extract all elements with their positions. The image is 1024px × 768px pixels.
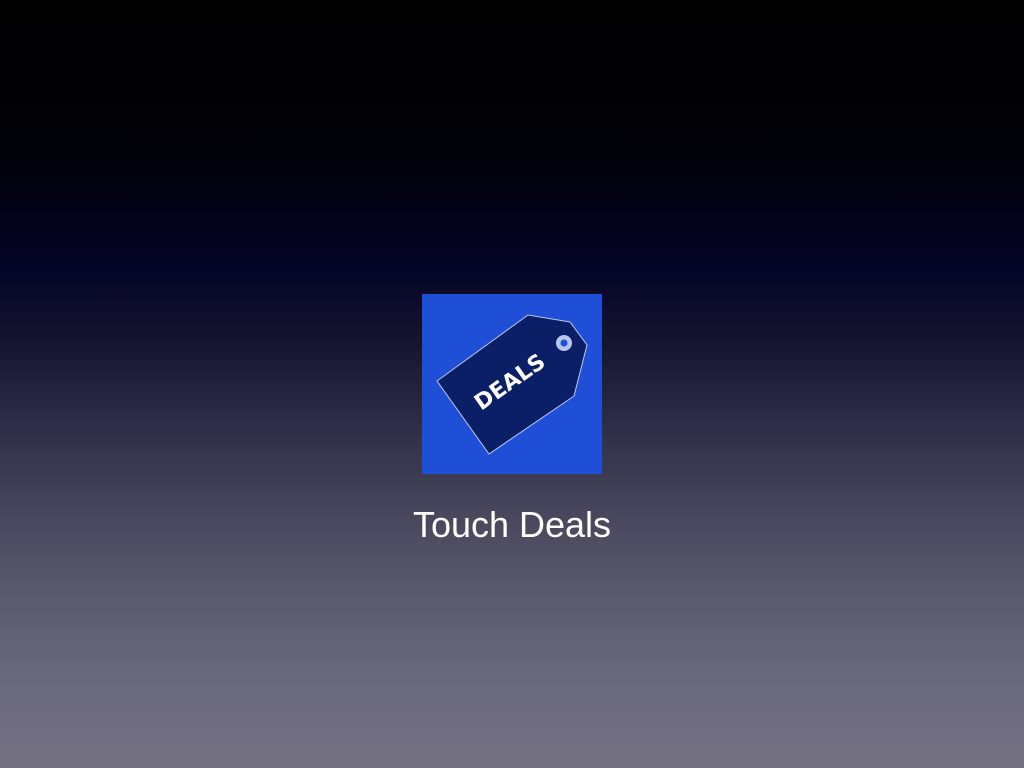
price-tag-icon: DEALS bbox=[422, 294, 602, 474]
touch-deals-app-icon[interactable]: DEALS bbox=[422, 294, 602, 474]
app-name-label[interactable]: Touch Deals bbox=[312, 504, 712, 546]
tag-hole bbox=[560, 339, 568, 347]
app-launcher-screen: DEALS Touch Deals bbox=[0, 0, 1024, 768]
